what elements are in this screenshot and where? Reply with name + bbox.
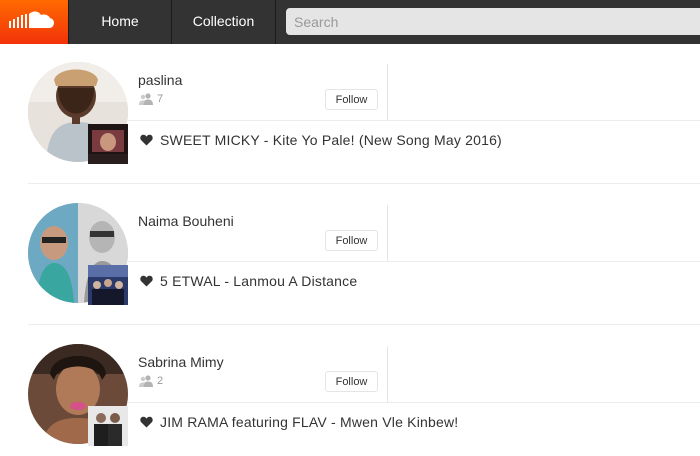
divider	[128, 261, 700, 262]
heart-icon	[140, 275, 153, 287]
follower-count: 2	[138, 375, 163, 387]
divider	[387, 64, 388, 120]
follow-button[interactable]: Follow	[325, 371, 378, 392]
track-title: 5 ETWAL - Lanmou A Distance	[160, 273, 358, 289]
user-name[interactable]: paslina	[138, 72, 182, 88]
follow-button[interactable]: Follow	[325, 89, 378, 110]
liked-track[interactable]: JIM RAMA featuring FLAV - Mwen Vle Kinbe…	[140, 414, 458, 430]
user-name[interactable]: Naima Bouheni	[138, 213, 234, 229]
follower-count-value: 2	[157, 375, 164, 387]
user-name[interactable]: Sabrina Mimy	[138, 354, 224, 370]
feed-item: Sabrina Mimy 2 Follow JIM RAMA featuring…	[0, 342, 700, 456]
track-title: JIM RAMA featuring FLAV - Mwen Vle Kinbe…	[160, 414, 459, 430]
follower-count-value: 7	[157, 93, 164, 105]
follower-count: 7	[138, 93, 163, 105]
feed-item: paslina 7 Follow SWEET MICKY - Kite Yo P…	[0, 60, 700, 180]
nav-tab-collection[interactable]: Collection	[172, 0, 276, 44]
heart-icon	[140, 134, 153, 146]
followers-icon	[139, 375, 153, 387]
track-artwork[interactable]	[88, 265, 128, 305]
divider	[128, 402, 700, 403]
soundcloud-logo[interactable]	[0, 0, 68, 44]
divider	[128, 120, 700, 121]
item-separator	[28, 324, 700, 325]
track-artwork[interactable]	[88, 124, 128, 164]
top-bar: Home Collection	[0, 0, 700, 44]
followers-icon	[139, 93, 153, 105]
follow-button[interactable]: Follow	[325, 230, 378, 251]
divider	[387, 205, 388, 261]
divider	[387, 346, 388, 402]
track-artwork[interactable]	[88, 406, 128, 446]
search-input[interactable]	[286, 8, 700, 35]
liked-track[interactable]: 5 ETWAL - Lanmou A Distance	[140, 273, 357, 289]
liked-track[interactable]: SWEET MICKY - Kite Yo Pale! (New Song Ma…	[140, 132, 502, 148]
item-separator	[28, 183, 700, 184]
heart-icon	[140, 416, 153, 428]
track-title: SWEET MICKY - Kite Yo Pale! (New Song Ma…	[160, 132, 502, 148]
feed-item: Naima Bouheni Follow 5 ETWAL - Lanmou A …	[0, 201, 700, 321]
nav-tab-home[interactable]: Home	[68, 0, 172, 44]
soundcloud-logo-icon	[9, 11, 54, 28]
